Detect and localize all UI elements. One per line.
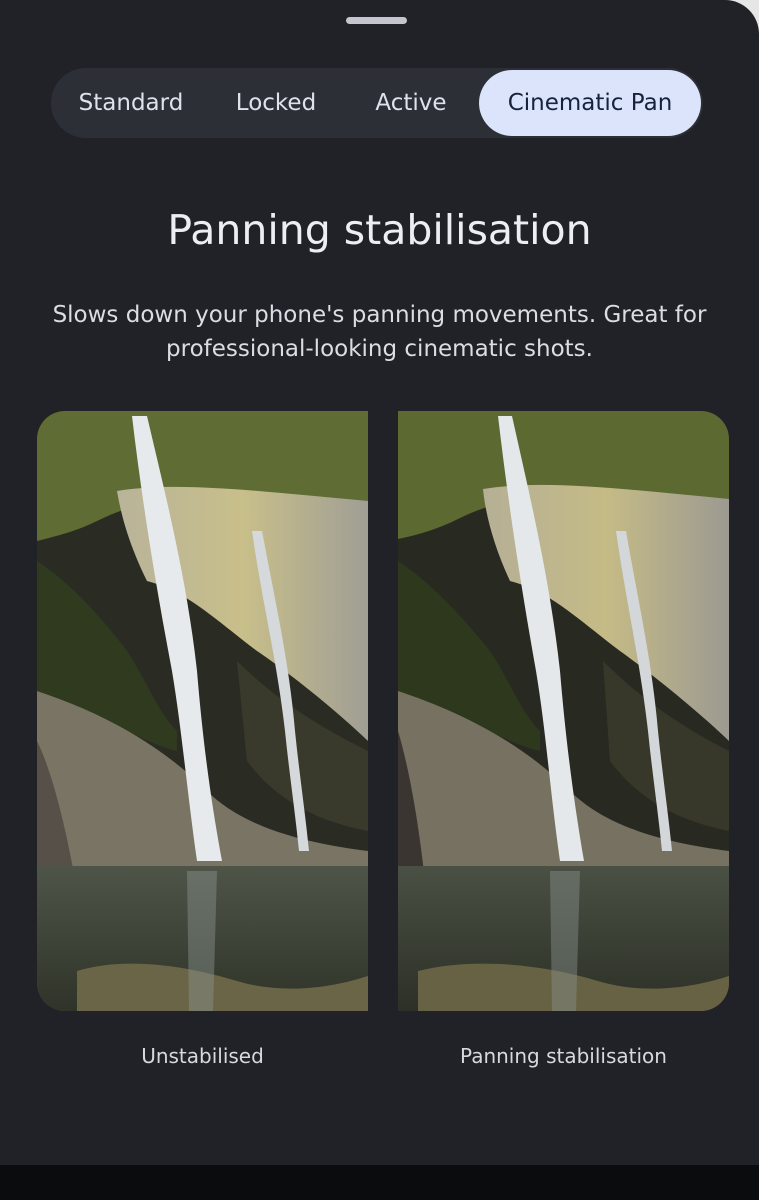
waterfall-image — [398, 411, 729, 1011]
mode-standard-button[interactable]: Standard — [61, 68, 201, 138]
mode-cinematic-pan-button[interactable]: Cinematic Pan — [479, 70, 701, 136]
mode-active-button[interactable]: Active — [351, 68, 471, 138]
drag-handle[interactable] — [346, 17, 407, 24]
panning-stabilisation-preview-image — [398, 411, 729, 1011]
bottom-sheet: Standard Locked Active Cinematic Pan Pan… — [0, 0, 759, 1200]
panning-stabilisation-caption: Panning stabilisation — [460, 1044, 667, 1068]
mode-locked-button[interactable]: Locked — [216, 68, 336, 138]
unstabilised-preview-image — [37, 411, 368, 1011]
bottom-bar — [0, 1165, 759, 1200]
unstabilised-caption: Unstabilised — [141, 1044, 264, 1068]
mode-description: Slows down your phone's panning movement… — [52, 302, 707, 362]
waterfall-image — [37, 411, 368, 1011]
page-title: Panning stabilisation — [167, 206, 592, 254]
stabilisation-mode-selector: Standard Locked Active Cinematic Pan — [51, 68, 703, 138]
